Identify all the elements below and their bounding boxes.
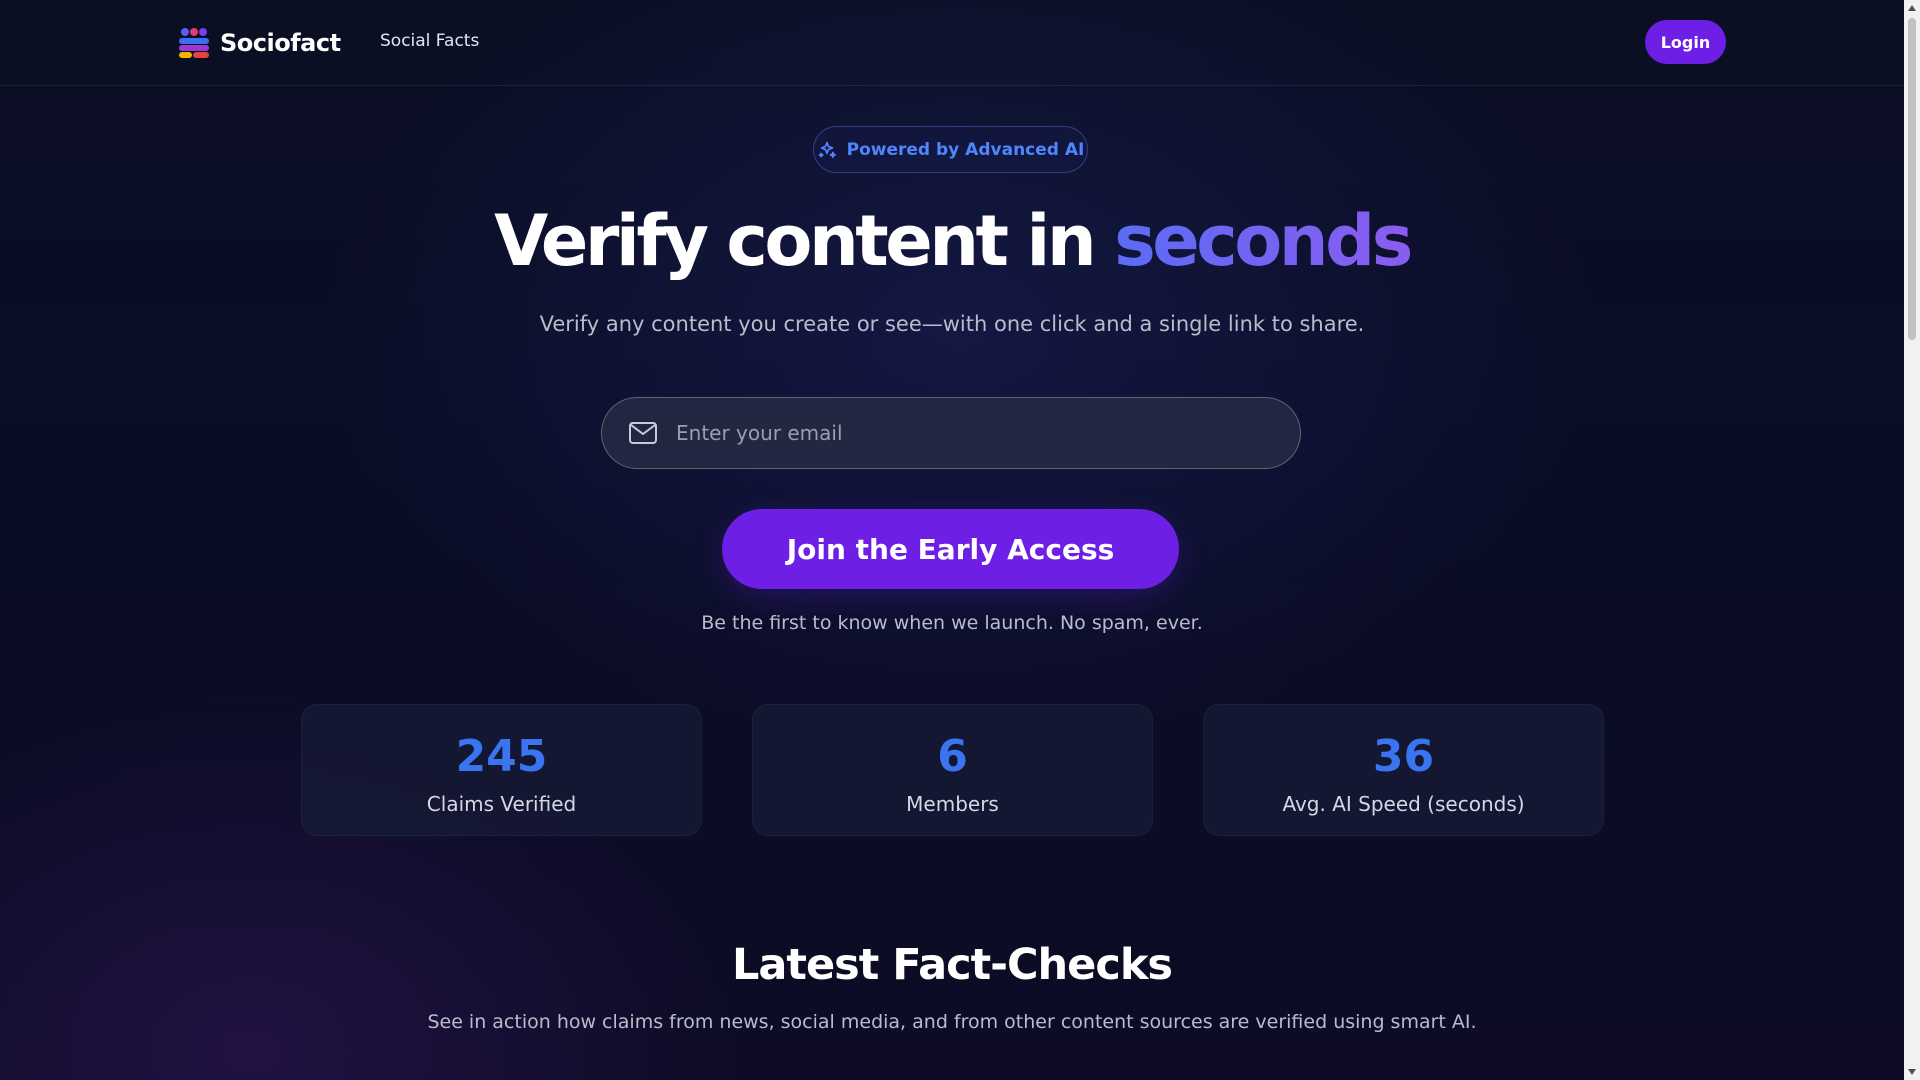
join-early-access-button[interactable]: Join the Early Access <box>722 509 1179 589</box>
brand-name: Sociofact <box>220 29 341 57</box>
mail-icon <box>628 421 658 445</box>
stat-label: Members <box>906 792 999 816</box>
sparkle-icon <box>818 141 836 158</box>
email-field-wrapper <box>601 397 1301 469</box>
stat-value: 6 <box>937 731 968 782</box>
stat-card-ai-speed: 36 Avg. AI Speed (seconds) <box>1203 704 1604 836</box>
login-button[interactable]: Login <box>1645 20 1726 64</box>
email-input[interactable] <box>676 398 1270 468</box>
scrollbar-thumb[interactable] <box>1908 18 1916 340</box>
stat-card-claims: 245 Claims Verified <box>301 704 702 836</box>
scroll-down-icon[interactable] <box>1904 1064 1920 1080</box>
hero-title: Verify content in seconds <box>0 196 1904 286</box>
badge-label: Powered by Advanced AI <box>846 139 1085 160</box>
page: Sociofact Social Facts Login Powered by … <box>0 0 1904 1080</box>
hero-title-accent: seconds <box>1114 200 1413 282</box>
brand-logo[interactable]: Sociofact <box>178 26 341 60</box>
page-scrollbar[interactable] <box>1904 0 1920 1080</box>
stat-card-members: 6 Members <box>752 704 1153 836</box>
site-header: Sociofact Social Facts Login <box>0 0 1904 86</box>
scroll-up-icon[interactable] <box>1904 0 1920 16</box>
nav-link-social-facts[interactable]: Social Facts <box>380 31 479 51</box>
hero-title-main: Verify content in <box>494 200 1115 282</box>
signup-note: Be the first to know when we launch. No … <box>701 612 1203 634</box>
stat-label: Claims Verified <box>426 792 577 816</box>
section-subtitle: See in action how claims from news, soci… <box>427 1011 1477 1033</box>
hero-subtitle: Verify any content you create or see—wit… <box>539 312 1365 336</box>
stat-value: 36 <box>1372 731 1435 782</box>
stat-label: Avg. AI Speed (seconds) <box>1282 792 1525 816</box>
sociofact-logo-icon <box>178 26 212 60</box>
stat-value: 245 <box>455 731 548 782</box>
section-title: Latest Fact-Checks <box>731 940 1173 990</box>
powered-by-badge: Powered by Advanced AI <box>813 126 1088 173</box>
